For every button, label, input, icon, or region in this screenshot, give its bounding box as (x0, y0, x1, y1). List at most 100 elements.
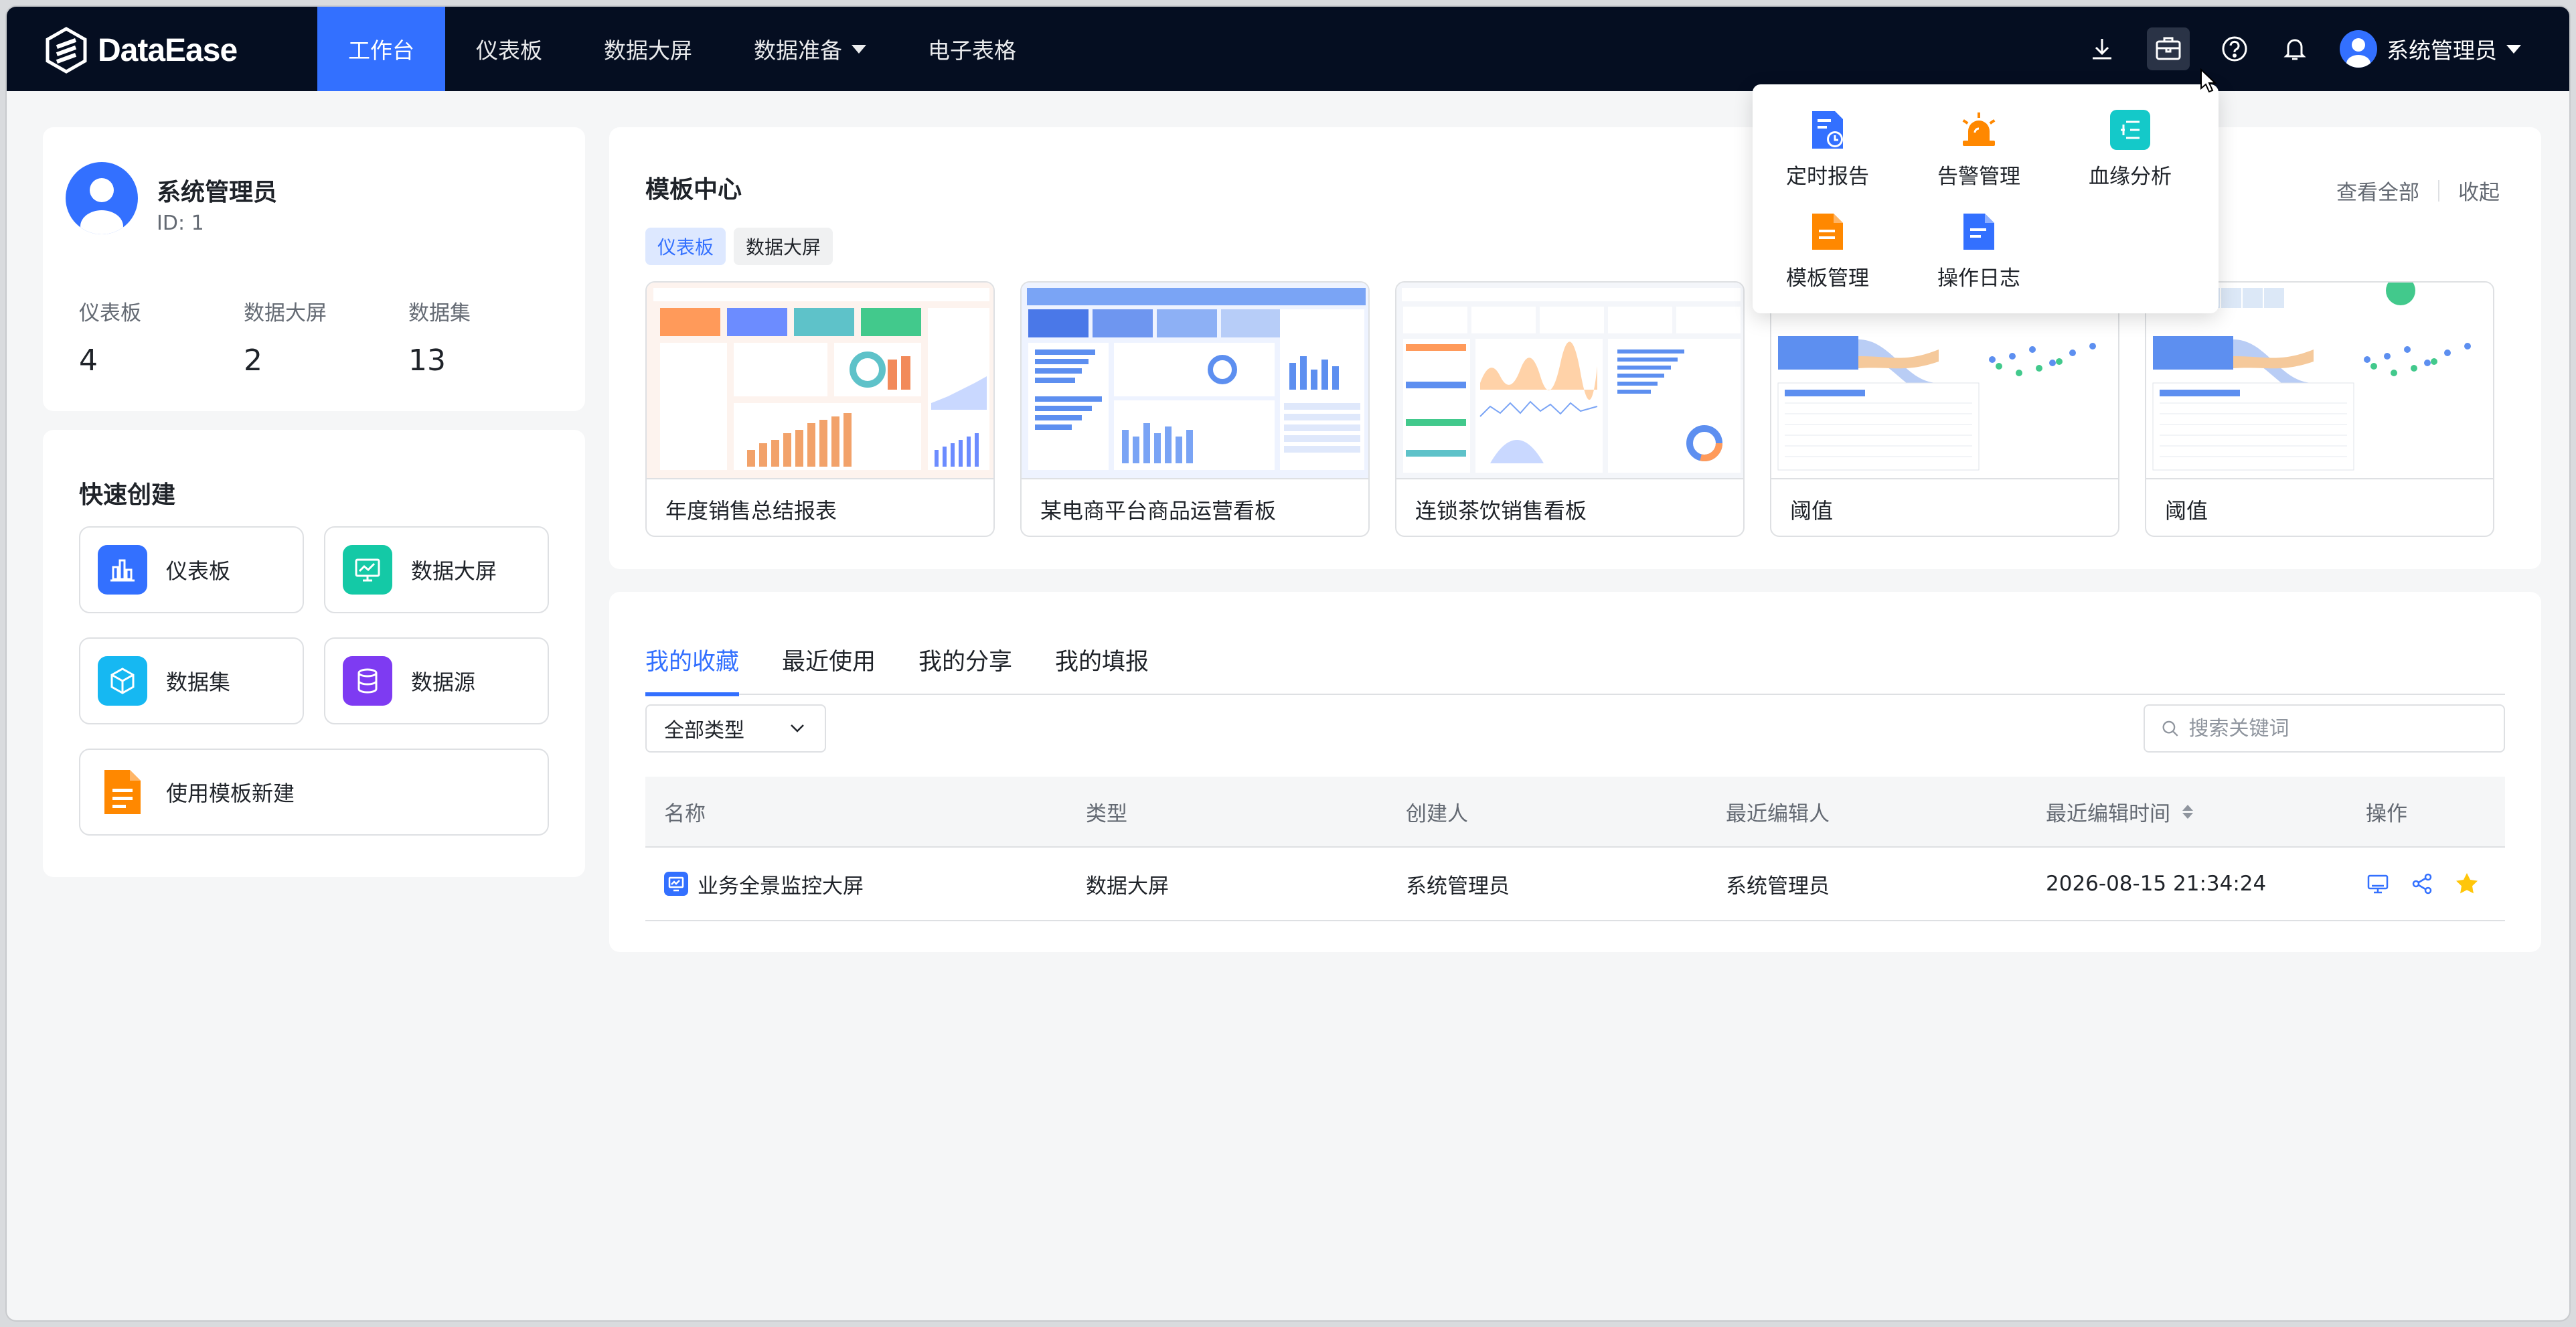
create-datasource-button[interactable]: 数据源 (324, 637, 549, 724)
search-icon (2162, 720, 2178, 736)
template-tags: 仪表板 数据大屏 (645, 228, 833, 265)
sort-icon[interactable] (2182, 804, 2193, 819)
nav-label: 数据大屏 (604, 37, 692, 64)
tab-favorites[interactable]: 我的收藏 (645, 619, 740, 696)
stat-value: 4 (79, 343, 98, 378)
collapse-link[interactable]: 收起 (2458, 175, 2500, 206)
create-dashboard-button[interactable]: 仪表板 (79, 526, 304, 613)
avatar (66, 162, 138, 234)
stat-value: 13 (408, 343, 446, 378)
download-icon[interactable] (2087, 33, 2117, 64)
nav-screen[interactable]: 数据大屏 (573, 7, 723, 91)
logo[interactable]: DataEase (43, 27, 238, 74)
stat-dashboard: 仪表板 4 (79, 296, 141, 378)
template-card[interactable]: 阈值 (2145, 281, 2494, 537)
nav-dashboard[interactable]: 仪表板 (445, 7, 573, 91)
template-center-title: 模板中心 (645, 176, 742, 204)
stat-label: 仪表板 (79, 301, 141, 325)
table-header: 名称 类型 创建人 最近编辑人 最近编辑时间 操作 (645, 777, 2505, 848)
row-creator: 系统管理员 (1406, 874, 1510, 899)
nav-data-prep[interactable]: 数据准备 (723, 7, 897, 91)
datasource-icon (343, 656, 392, 706)
tab-fill-report[interactable]: 我的填报 (1055, 619, 1149, 695)
popover-label: 血缘分析 (2089, 165, 2172, 189)
popover-item-lineage[interactable]: 血缘分析 (2070, 110, 2190, 189)
profile-id: ID: 1 (157, 212, 204, 235)
template-card[interactable]: 年度销售总结报表 (645, 281, 995, 537)
stat-value: 2 (244, 343, 262, 378)
notification-bell-icon[interactable] (2279, 33, 2310, 64)
search-input[interactable] (2188, 716, 2488, 740)
row-actions (2366, 848, 2480, 920)
nav-workbench[interactable]: 工作台 (317, 7, 445, 91)
create-from-template-button[interactable]: 使用模板新建 (79, 749, 549, 836)
popover-item-operation-log[interactable]: 操作日志 (1919, 212, 2039, 291)
user-name: 系统管理员 (2387, 37, 2497, 64)
tab-recent[interactable]: 最近使用 (782, 619, 876, 695)
help-icon[interactable] (2219, 33, 2250, 64)
row-time: 2026-08-15 21:34:24 (2046, 872, 2267, 896)
create-dataset-button[interactable]: 数据集 (79, 637, 304, 724)
quick-label: 数据大屏 (411, 558, 497, 584)
view-all-link[interactable]: 查看全部 (2336, 175, 2419, 206)
popover-item-template-mgmt[interactable]: 模板管理 (1767, 212, 1888, 291)
column-header-type: 类型 (1086, 801, 1127, 826)
type-select-value: 全部类型 (664, 719, 744, 743)
row-name-cell[interactable]: 业务全景监控大屏 (663, 848, 864, 920)
tag-screen[interactable]: 数据大屏 (734, 228, 833, 265)
app-window: DataEase 工作台 仪表板 数据大屏 数据准备 电子表格 系统管理员 定时… (7, 7, 2569, 1320)
caret-down-icon (852, 44, 866, 54)
profile-name: 系统管理员 (157, 179, 278, 206)
quick-create-title: 快速创建 (79, 481, 176, 509)
template-card[interactable]: 阈值 (1770, 281, 2119, 537)
toolbox-icon[interactable] (2147, 27, 2190, 70)
log-icon (1959, 212, 1999, 252)
column-header-time[interactable]: 最近编辑时间 (2046, 777, 2193, 846)
dataset-icon (98, 656, 147, 706)
popover-item-alarm[interactable]: 告警管理 (1919, 110, 2039, 189)
caret-down-icon (2506, 44, 2521, 54)
stat-screen: 数据大屏 2 (244, 296, 327, 378)
template-name: 连锁茶饮销售看板 (1415, 498, 1587, 524)
toolbox-popover: 定时报告 告警管理 血缘分析 模板管理 操作日志 (1753, 84, 2219, 313)
nav-spreadsheet[interactable]: 电子表格 (897, 7, 1047, 91)
template-name: 阈值 (1790, 498, 1834, 524)
stat-label: 数据集 (408, 301, 471, 325)
table-row[interactable]: 业务全景监控大屏 数据大屏 系统管理员 系统管理员 2026-08-15 21:… (645, 848, 2505, 921)
column-header-editor: 最近编辑人 (1726, 801, 1830, 826)
user-menu[interactable]: 系统管理员 (2340, 30, 2521, 68)
popover-label: 操作日志 (1937, 266, 2020, 291)
resource-table: 名称 类型 创建人 最近编辑人 最近编辑时间 操作 业务全景监控大屏 数据大屏 … (645, 777, 2505, 921)
tag-dashboard[interactable]: 仪表板 (645, 228, 726, 265)
template-new-icon (98, 767, 147, 817)
column-header-time-label: 最近编辑时间 (2046, 801, 2170, 826)
template-thumbnail (647, 283, 993, 479)
screen-icon (343, 545, 392, 595)
create-screen-button[interactable]: 数据大屏 (324, 526, 549, 613)
column-header-name: 名称 (664, 801, 706, 826)
popover-label: 模板管理 (1786, 266, 1869, 291)
popover-item-scheduled-report[interactable]: 定时报告 (1767, 110, 1888, 189)
preview-icon[interactable] (2366, 872, 2390, 896)
column-header-creator: 创建人 (1406, 801, 1468, 826)
row-name: 业务全景监控大屏 (698, 874, 864, 899)
template-card[interactable]: 某电商平台商品运营看板 (1020, 281, 1370, 537)
template-name: 阈值 (2165, 498, 2208, 524)
star-icon[interactable] (2454, 871, 2480, 896)
dataease-logo-icon (46, 27, 87, 74)
column-header-actions: 操作 (2366, 801, 2407, 826)
tab-shared[interactable]: 我的分享 (918, 619, 1012, 695)
template-name: 某电商平台商品运营看板 (1040, 498, 1277, 524)
template-actions: 查看全部 收起 (2336, 175, 2500, 206)
stat-dataset: 数据集 13 (408, 296, 471, 378)
app-name: DataEase (98, 32, 238, 68)
quick-label: 仪表板 (166, 558, 231, 584)
row-type: 数据大屏 (1086, 874, 1169, 899)
alarm-icon (1959, 110, 1999, 150)
chevron-down-icon (791, 724, 804, 732)
nav-label: 仪表板 (476, 37, 542, 64)
type-select[interactable]: 全部类型 (645, 704, 826, 753)
share-icon[interactable] (2410, 872, 2434, 896)
template-card[interactable]: 连锁茶饮销售看板 (1395, 281, 1745, 537)
resource-tabs: 我的收藏 最近使用 我的分享 我的填报 (645, 619, 2505, 696)
